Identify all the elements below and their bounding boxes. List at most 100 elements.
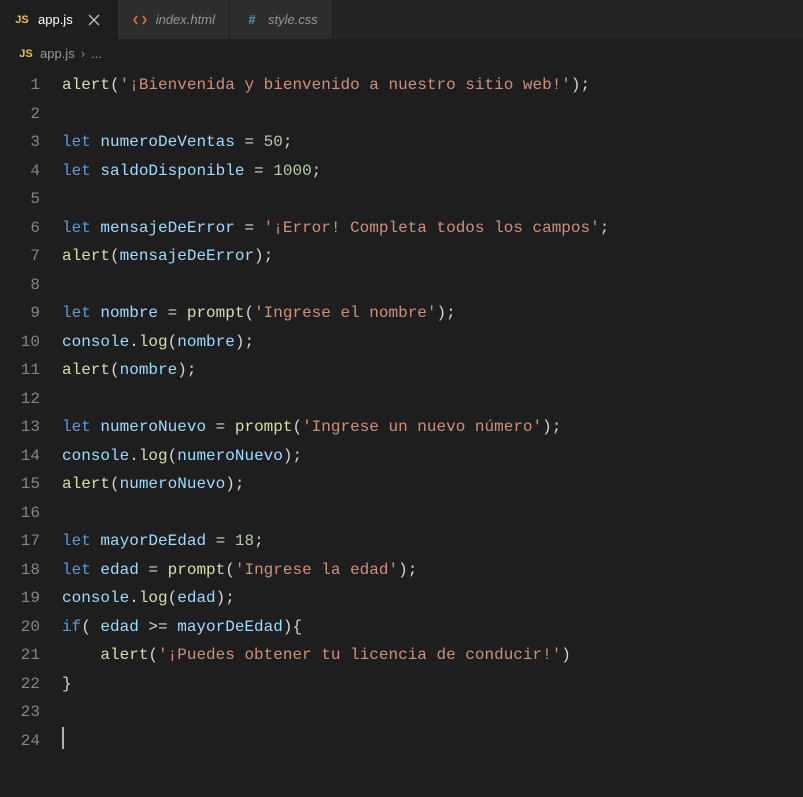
- code-area[interactable]: alert ( '¡Bienvenida y bienvenido a nuestr…: [62, 67, 609, 755]
- code-line[interactable]: console.log(numeroNuevo);: [62, 442, 609, 471]
- line-number: 20: [0, 613, 40, 642]
- code-token: let: [62, 219, 91, 237]
- line-number: 8: [0, 271, 40, 300]
- code-token: (: [168, 447, 178, 465]
- tab-indexhtml[interactable]: index.html: [118, 0, 230, 39]
- code-token: 'Ingrese el nombre': [254, 304, 436, 322]
- code-token: (: [168, 589, 178, 607]
- code-token: );: [177, 361, 196, 379]
- code-line[interactable]: console.log(edad);: [62, 584, 609, 613]
- code-token: );: [571, 76, 590, 94]
- code-line[interactable]: let edad = prompt('Ingrese la edad');: [62, 556, 609, 585]
- tab-stylecss[interactable]: # style.css: [230, 0, 333, 39]
- code-token: edad: [100, 561, 138, 579]
- code-token: numeroNuevo: [100, 418, 206, 436]
- line-number: 13: [0, 413, 40, 442]
- code-line[interactable]: [62, 499, 609, 528]
- code-token: [91, 219, 101, 237]
- code-token: (: [110, 247, 120, 265]
- line-number: 7: [0, 242, 40, 271]
- code-line[interactable]: [62, 100, 609, 129]
- code-line[interactable]: let nombre = prompt('Ingrese el nombre')…: [62, 299, 609, 328]
- line-number-gutter: 123456789101112131415161718192021222324: [0, 67, 62, 755]
- code-line[interactable]: let numeroNuevo = prompt('Ingrese un nue…: [62, 413, 609, 442]
- breadcrumb-file: app.js: [40, 46, 75, 61]
- code-line[interactable]: [62, 698, 609, 727]
- code-token: 'Ingrese la edad': [235, 561, 398, 579]
- code-line[interactable]: let mayorDeEdad = 18;: [62, 527, 609, 556]
- tab-label: index.html: [156, 12, 215, 27]
- code-line[interactable]: alert('¡Bienvenida y bienvenido a nuestr…: [62, 71, 609, 100]
- code-token: );: [398, 561, 417, 579]
- code-token: =: [206, 418, 235, 436]
- code-token: let: [62, 304, 91, 322]
- code-token: '¡Bienvenida y bienvenido a nuestro siti…: [120, 76, 571, 94]
- code-token: edad: [100, 618, 138, 636]
- code-line[interactable]: let numeroDeVentas = 50;: [62, 128, 609, 157]
- code-line[interactable]: }: [62, 670, 609, 699]
- line-number: 9: [0, 299, 40, 328]
- tab-appjs[interactable]: JS app.js: [0, 0, 118, 39]
- code-token: (: [168, 333, 178, 351]
- line-number: 14: [0, 442, 40, 471]
- code-token: log: [139, 589, 168, 607]
- code-token: .: [129, 333, 139, 351]
- tab-label: style.css: [268, 12, 318, 27]
- code-token: );: [235, 333, 254, 351]
- code-token: let: [62, 162, 91, 180]
- code-token: prompt: [235, 418, 293, 436]
- code-line[interactable]: alert('¡Puedes obtener tu licencia de co…: [62, 641, 609, 670]
- line-number: 18: [0, 556, 40, 585]
- code-token: log: [139, 447, 168, 465]
- close-icon[interactable]: [85, 11, 103, 29]
- code-line[interactable]: if( edad >= mayorDeEdad){: [62, 613, 609, 642]
- code-token: ){: [283, 618, 302, 636]
- line-number: 5: [0, 185, 40, 214]
- code-token: alert: [62, 361, 110, 379]
- line-number: 11: [0, 356, 40, 385]
- line-number: 12: [0, 385, 40, 414]
- code-token: if: [62, 618, 81, 636]
- code-token: nombre: [177, 333, 235, 351]
- code-token: numeroNuevo: [120, 475, 226, 493]
- code-token: .: [129, 589, 139, 607]
- code-token: );: [225, 475, 244, 493]
- tab-label: app.js: [38, 12, 73, 27]
- code-token: mayorDeEdad: [100, 532, 206, 550]
- code-token: (: [110, 475, 120, 493]
- code-token: [91, 532, 101, 550]
- line-number: 17: [0, 527, 40, 556]
- code-line[interactable]: let mensajeDeError = '¡Error! Completa t…: [62, 214, 609, 243]
- code-token: [91, 561, 101, 579]
- code-line[interactable]: [62, 385, 609, 414]
- code-token: );: [216, 589, 235, 607]
- code-line[interactable]: console.log(nombre);: [62, 328, 609, 357]
- code-token: (: [225, 561, 235, 579]
- code-token: let: [62, 133, 91, 151]
- code-token: 18: [235, 532, 254, 550]
- code-token: mensajeDeError: [120, 247, 254, 265]
- code-token: console: [62, 589, 129, 607]
- code-token: ;: [254, 532, 264, 550]
- code-line[interactable]: let saldoDisponible = 1000;: [62, 157, 609, 186]
- code-token: (: [244, 304, 254, 322]
- code-editor[interactable]: 123456789101112131415161718192021222324 …: [0, 67, 803, 755]
- code-token: prompt: [187, 304, 245, 322]
- line-number: 24: [0, 727, 40, 756]
- code-line[interactable]: alert(mensajeDeError);: [62, 242, 609, 271]
- code-token: prompt: [168, 561, 226, 579]
- code-line[interactable]: alert(numeroNuevo);: [62, 470, 609, 499]
- code-token: );: [542, 418, 561, 436]
- code-token: ;: [283, 133, 293, 151]
- code-token: 1000: [273, 162, 311, 180]
- code-token: mayorDeEdad: [177, 618, 283, 636]
- line-number: 4: [0, 157, 40, 186]
- line-number: 15: [0, 470, 40, 499]
- code-line[interactable]: [62, 271, 609, 300]
- breadcrumb[interactable]: JS app.js › ...: [0, 40, 803, 67]
- code-line[interactable]: alert(nombre);: [62, 356, 609, 385]
- code-line[interactable]: [62, 727, 609, 756]
- code-line[interactable]: [62, 185, 609, 214]
- code-token: (: [81, 618, 100, 636]
- line-number: 22: [0, 670, 40, 699]
